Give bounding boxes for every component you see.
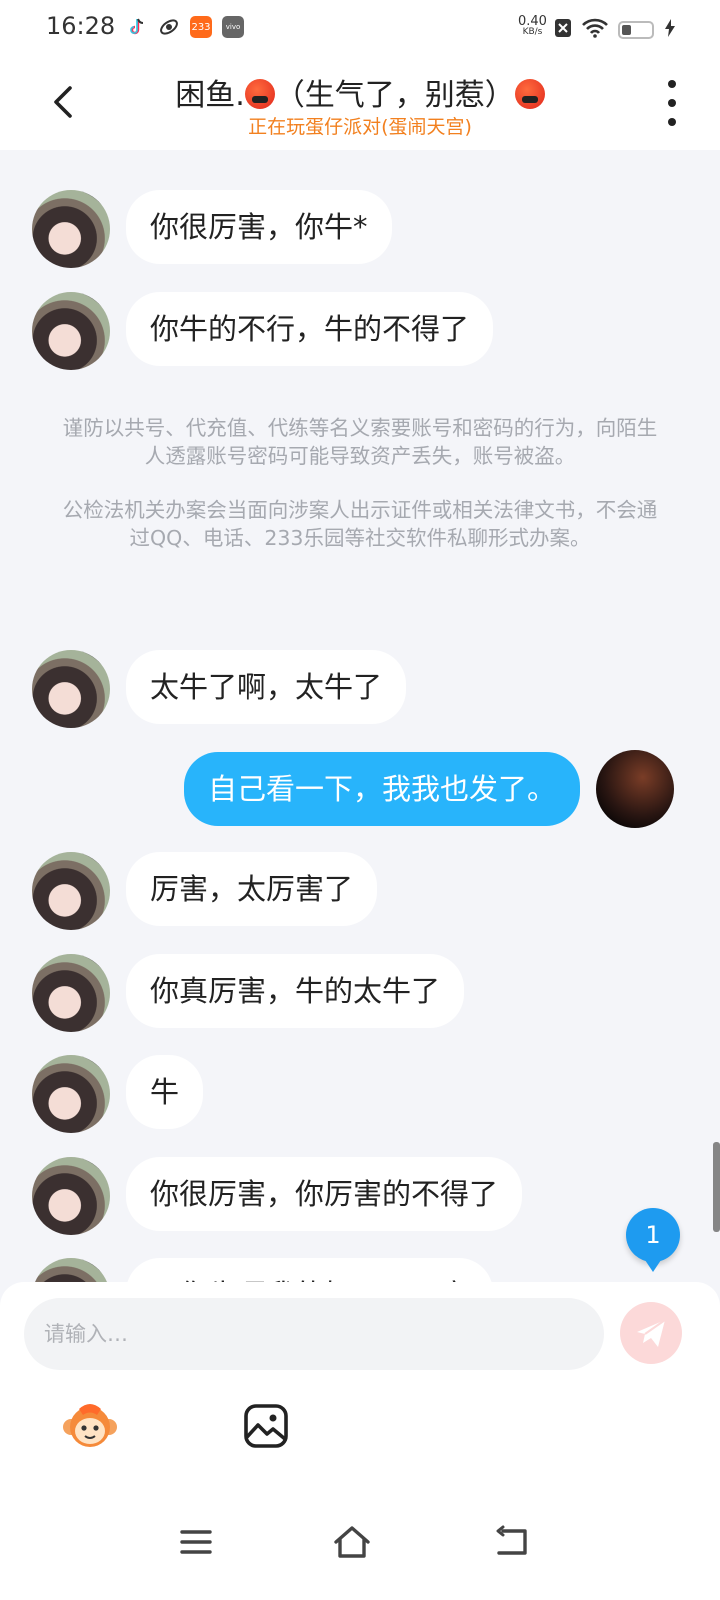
monkey-sticker-icon (63, 1404, 117, 1447)
back-nav-button[interactable] (488, 1518, 536, 1566)
security-notice-police: 公检法机关办案会当面向涉案人出示证件或相关法律文书，不会通过QQ、电话、233乐… (62, 498, 658, 550)
message-bubble[interactable]: 你真厉害，牛的太牛了 (126, 954, 465, 1028)
contact-name: 困鱼. （生气了，别惹） (0, 70, 720, 114)
angry-face-icon (244, 79, 275, 109)
notification-icons: 233 vivo (126, 16, 244, 38)
my-avatar[interactable] (596, 750, 674, 828)
contact-status: 正在玩蛋仔派对(蛋闹天宫) (248, 116, 472, 138)
contact-name-text: 困鱼. (175, 78, 245, 113)
vivo-app-label: vivo (225, 23, 241, 31)
sticker-button[interactable] (60, 1396, 120, 1456)
menu-nav-button[interactable] (172, 1518, 220, 1566)
message-bubble[interactable]: 太牛了啊，太牛了 (126, 650, 407, 724)
battery-icon (618, 21, 654, 39)
message-bubble[interactable]: 你很厉害，你牛* (126, 190, 392, 264)
contact-avatar[interactable] (32, 1157, 110, 1235)
contact-name-suffix: （生气了，别惹） (274, 78, 515, 113)
message-composer (0, 1282, 720, 1600)
system-status-icons (554, 18, 676, 42)
chat-header: 困鱼. （生气了，别惹） 正在玩蛋仔派对(蛋闹天宫) (0, 56, 720, 150)
message-bubble[interactable]: 你很厉害，你厉害的不得了 (126, 1157, 523, 1231)
vivo-app-icon: vivo (222, 16, 244, 38)
contact-avatar[interactable] (32, 954, 110, 1032)
angry-face-icon (514, 79, 545, 109)
contact-avatar[interactable] (32, 190, 110, 268)
return-icon (496, 1525, 527, 1555)
message-bubble[interactable]: 厉害，太厉害了 (126, 852, 378, 926)
contact-avatar[interactable] (32, 852, 110, 930)
contact-avatar[interactable] (32, 292, 110, 370)
security-notice-account: 谨防以共号、代充值、代练等名义索要账号和密码的行为，向陌生人透露账号密码可能导致… (62, 416, 658, 468)
status-time: 16:28 (46, 12, 116, 40)
network-speed-value: 0.40 (518, 14, 547, 29)
system-navigation-bar (0, 1490, 720, 1600)
wifi-icon (582, 18, 608, 42)
message-input[interactable] (24, 1298, 604, 1370)
app-233-icon: 233 (190, 16, 212, 38)
contact-avatar[interactable] (32, 650, 110, 728)
message-bubble[interactable]: 你牛的不行，牛的不得了 (126, 292, 494, 366)
charging-icon (664, 18, 676, 42)
contact-avatar[interactable] (32, 1055, 110, 1133)
home-icon (334, 1526, 370, 1558)
my-message-bubble[interactable]: 自己看一下，我我也发了。 (183, 752, 580, 826)
message-bubble[interactable]: 牛 (126, 1055, 204, 1129)
security-notice: 谨防以共号、代充值、代练等名义索要账号和密码的行为，向陌生人透露账号密码可能导致… (60, 414, 660, 552)
image-picker-button[interactable] (236, 1396, 296, 1456)
send-button[interactable] (620, 1302, 682, 1364)
link-app-icon (158, 16, 180, 38)
more-options-button[interactable] (660, 80, 684, 126)
sim-off-icon (554, 18, 572, 42)
paper-plane-icon (637, 1319, 666, 1347)
tiktok-icon (126, 16, 148, 38)
network-speed: 0.40 KB/s (518, 14, 547, 38)
status-bar: 16:28 233 vivo 0.40 KB/s (0, 0, 720, 56)
chat-scrollbar[interactable] (713, 1142, 720, 1232)
chat-message-list[interactable]: 你很厉害，你牛* 你牛的不行，牛的不得了 谨防以共号、代充值、代练等名义索要账号… (0, 150, 720, 1310)
home-nav-button[interactable] (328, 1518, 376, 1566)
image-icon (244, 1404, 288, 1448)
app-233-label: 233 (191, 21, 211, 33)
hamburger-menu-icon (180, 1530, 212, 1554)
unread-count-badge[interactable]: 1 (626, 1208, 680, 1272)
